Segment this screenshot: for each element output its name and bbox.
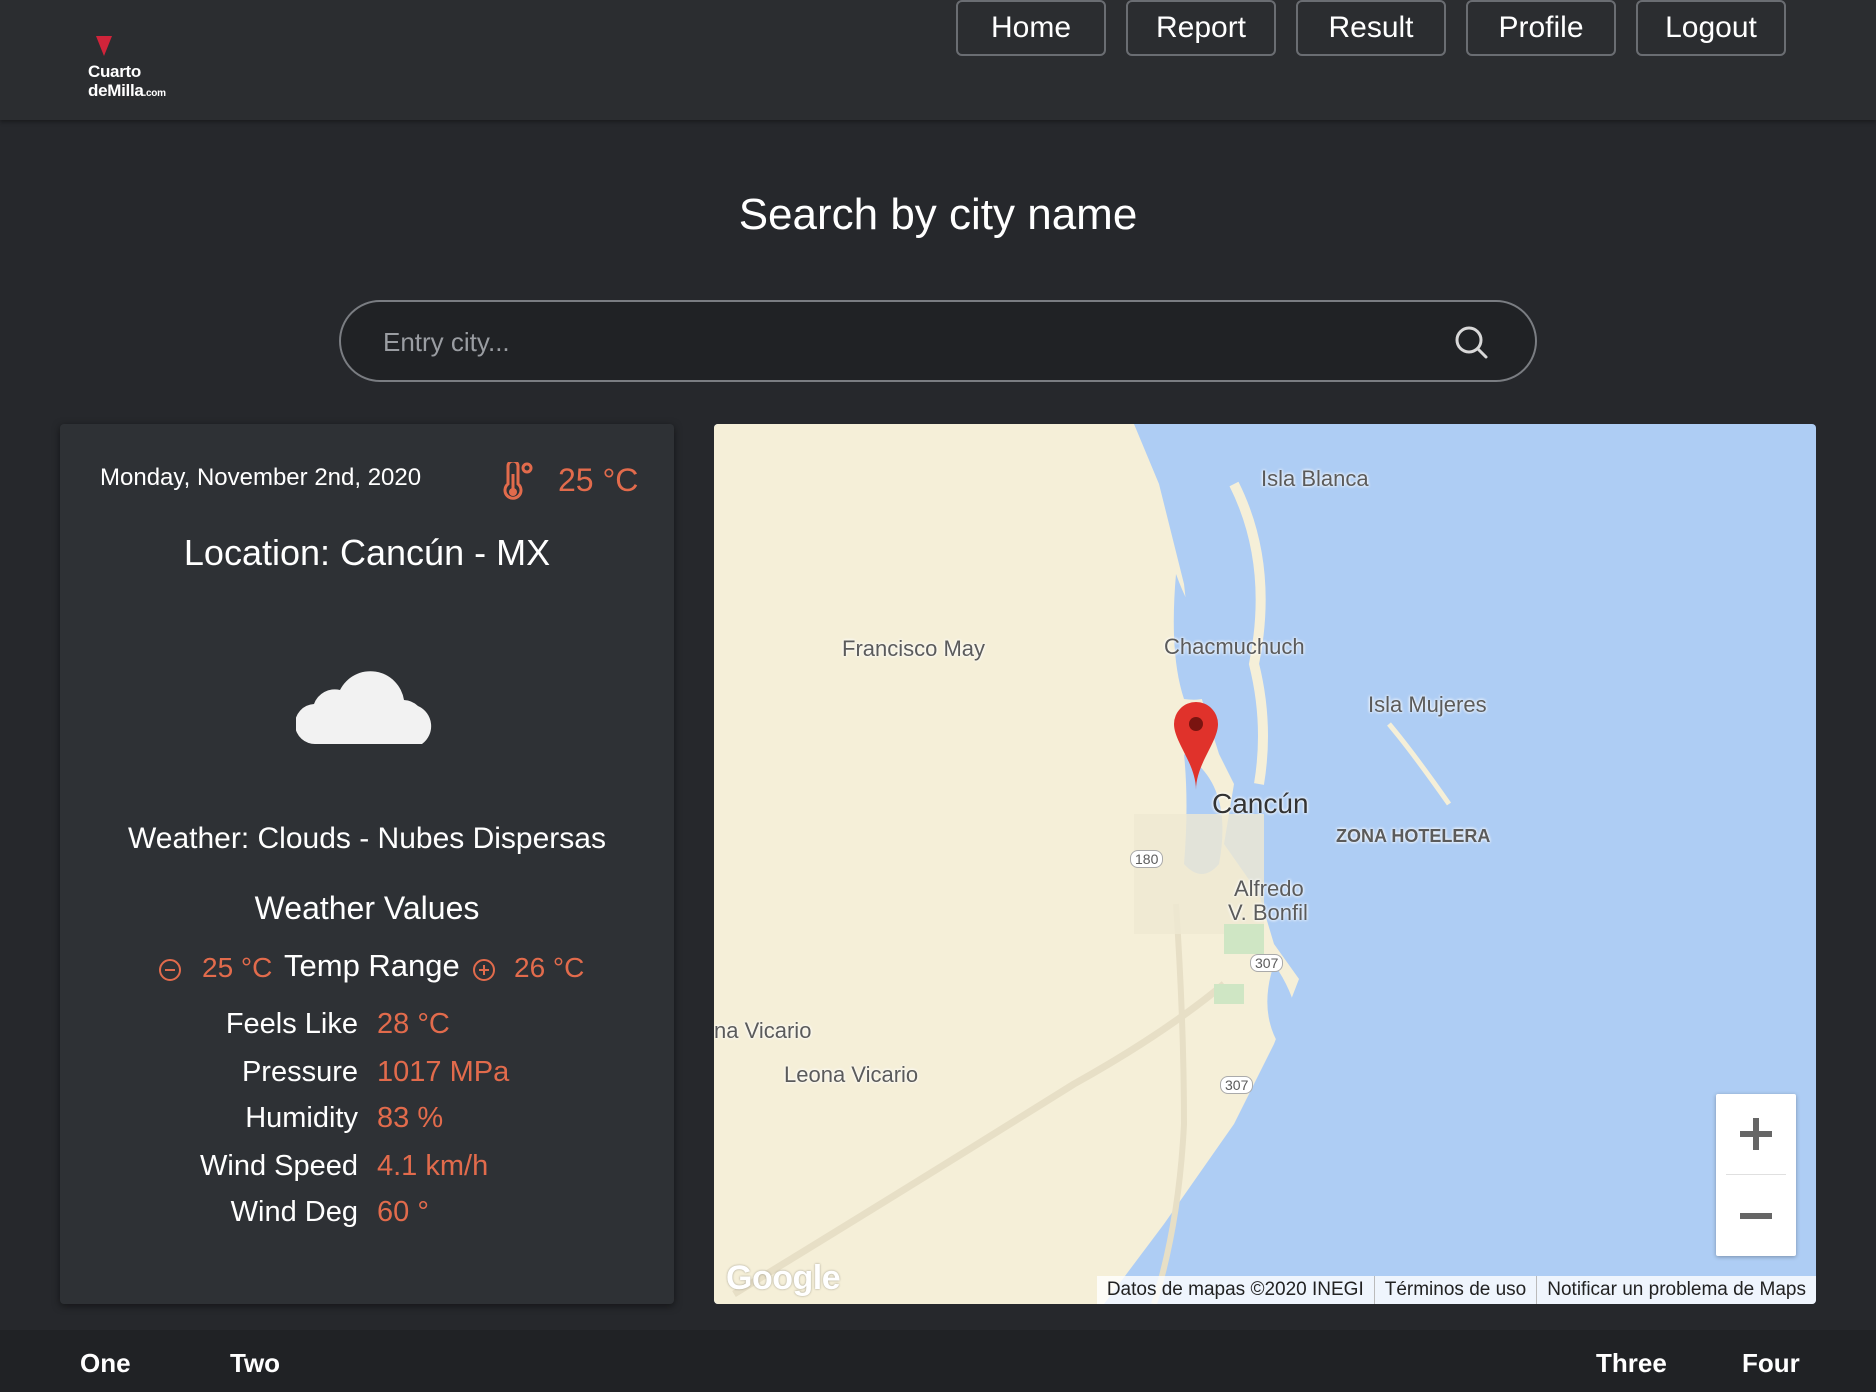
weather-description: Weather: Clouds - Nubes Dispersas	[128, 822, 606, 855]
map-label: Alfredo	[1234, 876, 1304, 901]
temp-range: 25 °C Temp Range 26 °C	[60, 948, 674, 988]
highway-shield: 307	[1220, 1076, 1254, 1094]
map-label: Leona Vicario	[784, 1062, 919, 1087]
map-label: V. Bonfil	[1228, 900, 1308, 925]
search-bar	[339, 300, 1537, 382]
value-amount: 83 %	[377, 1102, 444, 1134]
footer-link-three[interactable]: Three	[1596, 1348, 1667, 1379]
thermometer-icon	[503, 462, 533, 500]
value-amount: 4.1 km/h	[377, 1150, 489, 1182]
current-temp: 25 °C	[558, 462, 639, 498]
temp-min: 25 °C	[202, 952, 273, 983]
map-label: ZONA HOTELERA	[1336, 826, 1491, 846]
weather-card: Monday, November 2nd, 2020 25 °C Locatio…	[60, 424, 674, 1304]
map-label: na Vicario	[714, 1018, 812, 1043]
google-logo: Google	[726, 1259, 841, 1297]
report-problem-link[interactable]: Notificar un problema de Maps	[1536, 1276, 1816, 1304]
temp-max: 26 °C	[514, 952, 585, 983]
map-data-credit: Datos de mapas ©2020 INEGI	[1106, 1279, 1364, 1300]
nav-home-button[interactable]: Home	[956, 0, 1106, 56]
value-row-wind-speed: Wind Speed 4.1 km/h	[60, 1150, 674, 1190]
nav-logout-button[interactable]: Logout	[1636, 0, 1786, 56]
weather-values-title: Weather Values	[254, 890, 480, 926]
map-attribution: Datos de mapas ©2020 INEGI Términos de u…	[1096, 1276, 1816, 1304]
map-label: Isla Mujeres	[1368, 692, 1487, 717]
zoom-out-button[interactable]	[1716, 1176, 1796, 1256]
nav-profile-button[interactable]: Profile	[1466, 0, 1616, 56]
value-label: Wind Speed	[200, 1150, 358, 1182]
value-row-wind-deg: Wind Deg 60 °	[60, 1196, 674, 1236]
weather-date: Monday, November 2nd, 2020	[100, 464, 422, 491]
temp-range-label: Temp Range	[284, 948, 460, 983]
search-icon[interactable]	[1453, 324, 1489, 360]
nav-report-button[interactable]: Report	[1126, 0, 1276, 56]
value-label: Pressure	[241, 1056, 358, 1088]
map-widget[interactable]: Isla Blanca Francisco May Chacmuchuch Is…	[714, 424, 1816, 1304]
city-search-input[interactable]	[381, 302, 1425, 382]
value-amount: 60 °	[377, 1196, 429, 1228]
minus-circle-icon	[159, 959, 181, 981]
value-row-pressure: Pressure 1017 MPa	[60, 1056, 674, 1096]
logo-line1: Cuarto	[88, 62, 141, 81]
footer-link-four[interactable]: Four	[1742, 1348, 1800, 1379]
logo-chevron-icon	[96, 36, 112, 56]
map-canvas[interactable]	[714, 424, 1816, 1304]
plus-icon	[1740, 1118, 1772, 1150]
value-amount: 28 °C	[377, 1008, 450, 1040]
value-label: Feels Like	[225, 1008, 358, 1040]
value-label: Wind Deg	[230, 1196, 358, 1228]
footer-bar: One Two Three Four	[0, 1330, 1876, 1392]
location-label: Location: Cancún - MX	[183, 532, 551, 573]
nav-result-button[interactable]: Result	[1296, 0, 1446, 56]
brand-logo[interactable]: Cuarto deMilla.com	[86, 36, 186, 100]
zoom-in-button[interactable]	[1716, 1094, 1796, 1174]
highway-shield: 307	[1250, 954, 1284, 972]
cloud-icon	[296, 671, 432, 745]
value-row-feels-like: Feels Like 28 °C	[60, 1008, 674, 1048]
footer-link-two[interactable]: Two	[230, 1348, 280, 1379]
logo-line2: deMilla.com	[88, 81, 166, 100]
terms-link[interactable]: Términos de uso	[1373, 1276, 1537, 1304]
footer-link-one[interactable]: One	[80, 1348, 131, 1379]
zoom-divider	[1726, 1174, 1786, 1175]
plus-circle-icon	[473, 959, 495, 981]
map-label: Isla Blanca	[1261, 466, 1369, 491]
value-amount: 1017 MPa	[377, 1056, 510, 1088]
map-label: Chacmuchuch	[1164, 634, 1305, 659]
value-row-humidity: Humidity 83 %	[60, 1102, 674, 1142]
value-label: Humidity	[245, 1102, 358, 1134]
map-zoom-control	[1716, 1094, 1796, 1256]
highway-shield: 180	[1130, 850, 1164, 868]
top-navbar: Cuarto deMilla.com Home Report Result Pr…	[0, 0, 1876, 120]
page-title: Search by city name	[738, 190, 1138, 239]
map-label-cancun: Cancún	[1212, 788, 1309, 819]
minus-icon	[1740, 1213, 1772, 1219]
map-label: Francisco May	[842, 636, 986, 661]
